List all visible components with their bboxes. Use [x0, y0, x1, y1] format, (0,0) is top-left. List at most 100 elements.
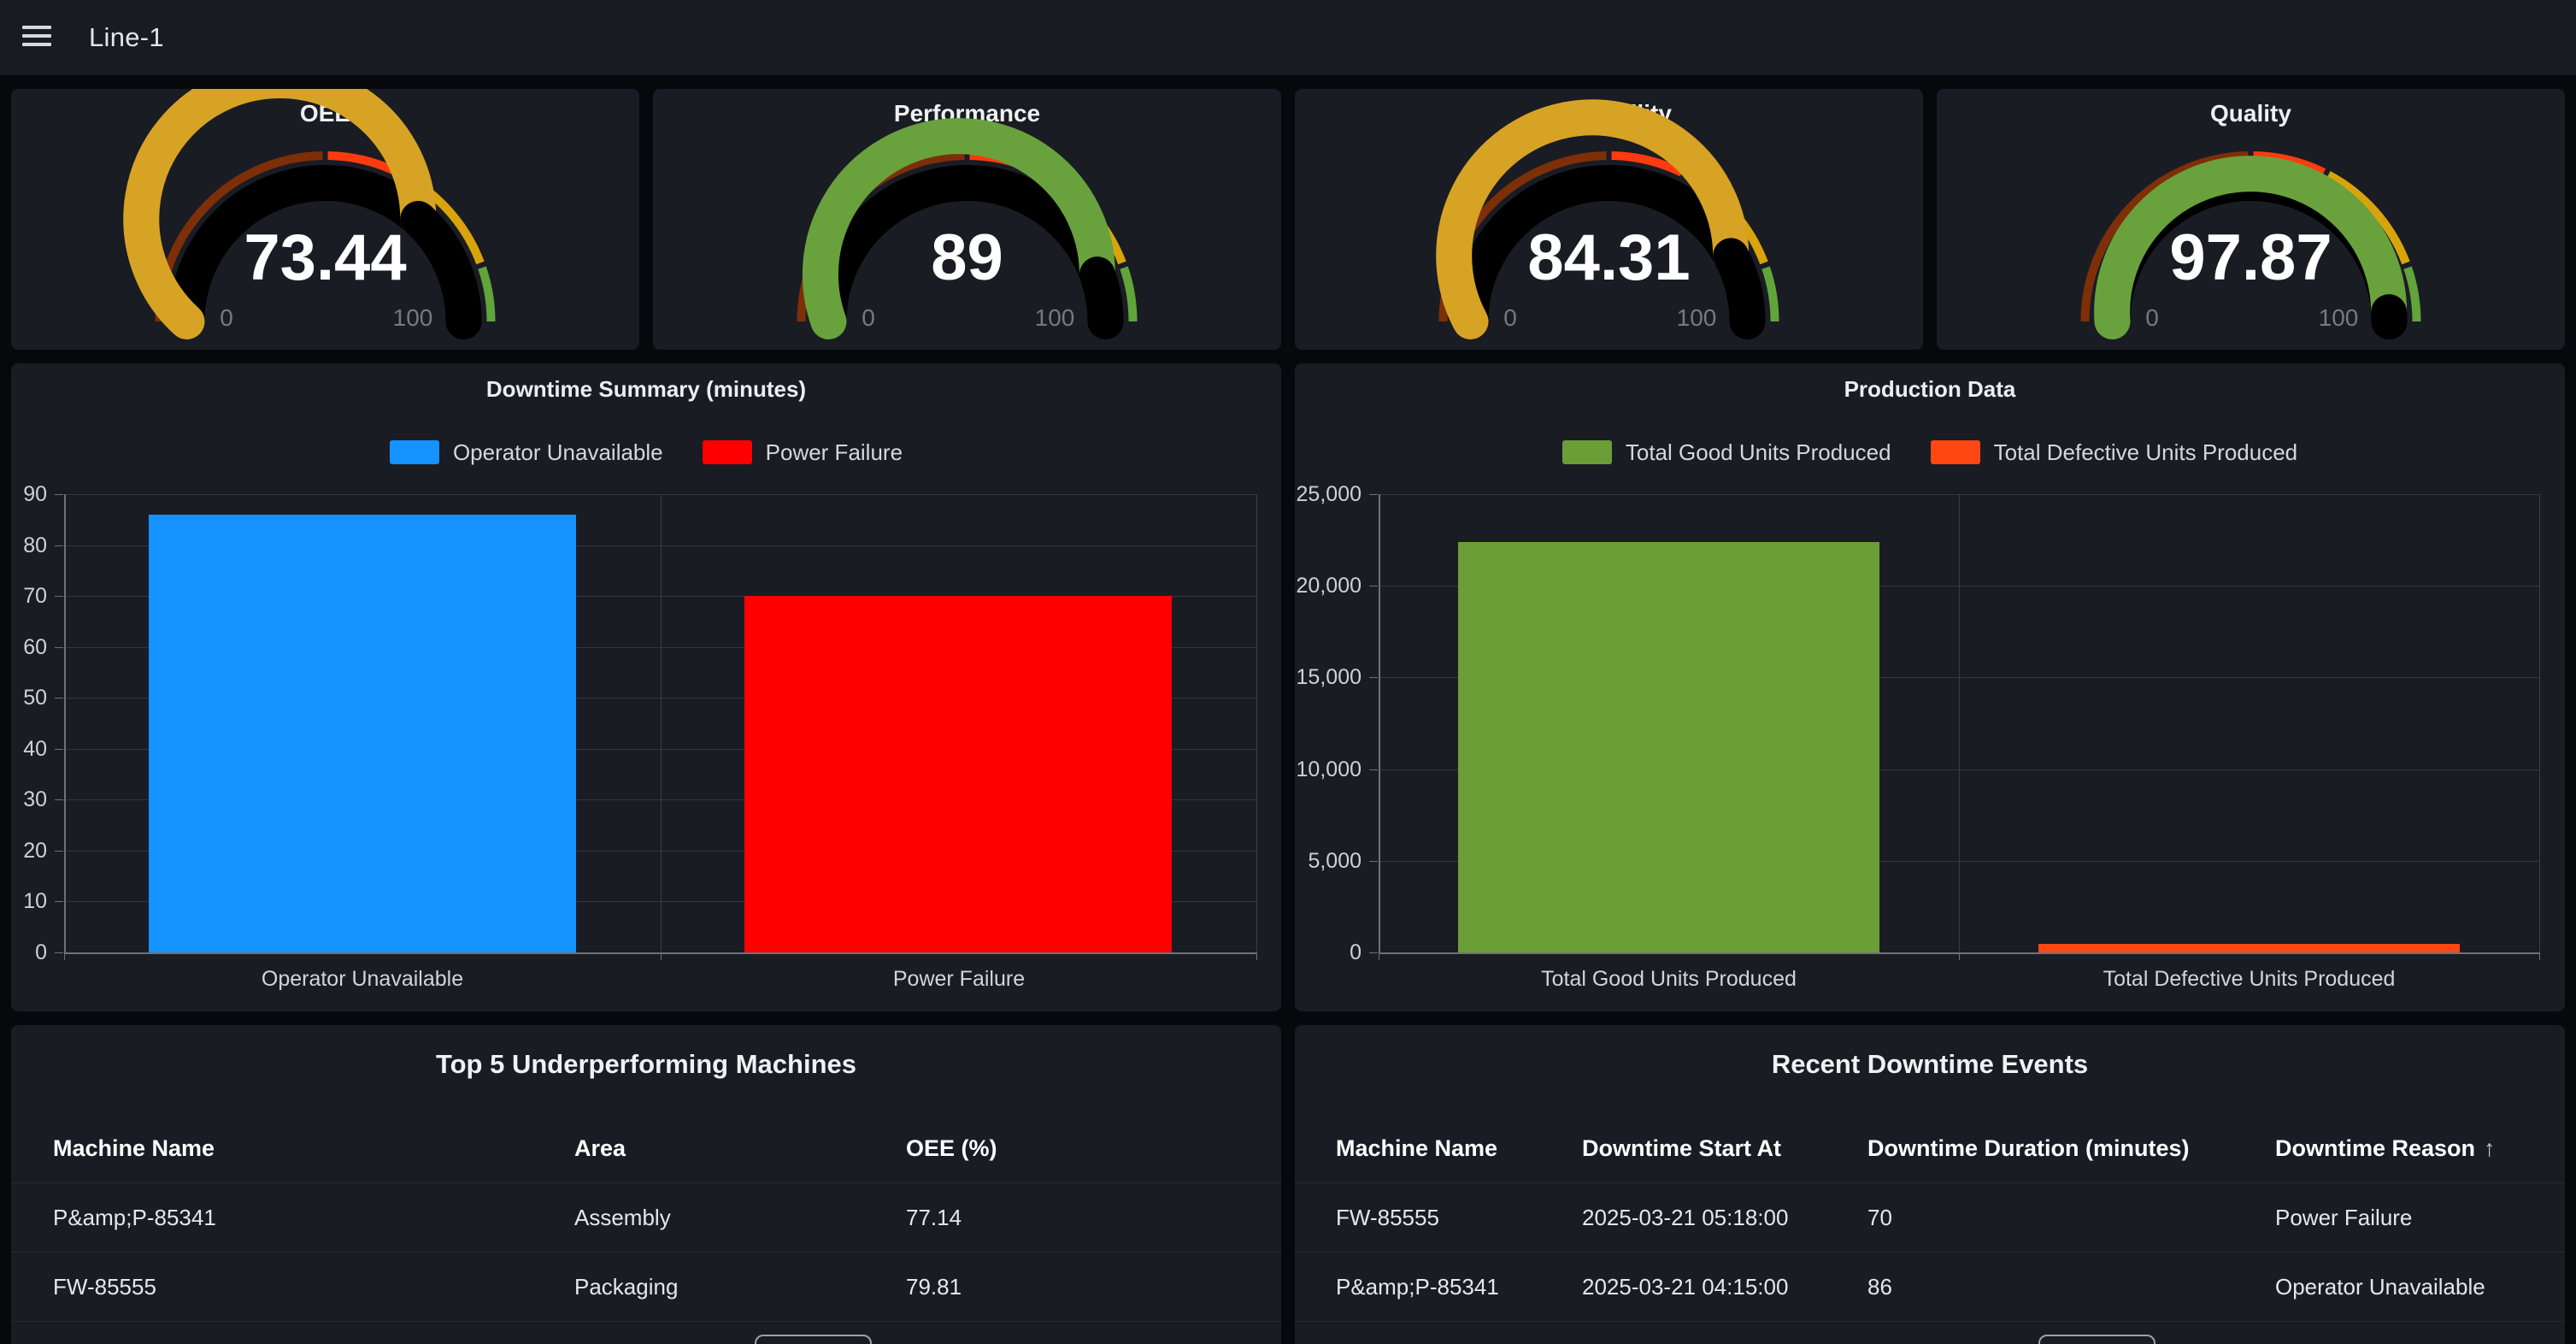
dashboard-title: Line-1	[89, 0, 164, 75]
gauge-threshold-ring	[1124, 268, 1132, 321]
column-header-area[interactable]: Area	[574, 1135, 906, 1162]
gauge-svg: 84.310100	[1295, 89, 1923, 350]
legend-swatch	[390, 440, 439, 464]
table-header-row: Machine Name Downtime Start At Downtime …	[1295, 1114, 2565, 1182]
table-row: P&amp;P-85341 2025-03-21 04:15:00 86 Ope…	[1295, 1252, 2565, 1321]
panel-production-data-chart: Production Data Total Good Units Produce…	[1295, 363, 2565, 1011]
column-header-downtime-reason[interactable]: Downtime Reason ↑	[2275, 1135, 2565, 1162]
y-tick-label: 60	[11, 634, 47, 660]
y-tick-mark	[1369, 952, 1378, 953]
y-axis-line	[64, 494, 66, 952]
cell-oee-pct: 77.14	[906, 1205, 1281, 1231]
legend-label: Total Defective Units Produced	[1994, 439, 2298, 466]
table-row: FW-85555 Packaging 79.81	[11, 1252, 1281, 1321]
table-row: P&amp;P-85341 Assembly 77.14	[11, 1182, 1281, 1252]
column-header-machine-name[interactable]: Machine Name	[53, 1135, 574, 1162]
gauge-value-text: 97.87	[2169, 221, 2332, 294]
x-tick-mark	[2539, 952, 2540, 960]
pagination-button[interactable]	[2038, 1335, 2155, 1344]
panel-oee-gauge: OEE 73.440100	[11, 89, 639, 350]
gauge-value-text: 73.44	[244, 221, 406, 294]
column-header-machine-name[interactable]: Machine Name	[1336, 1135, 1582, 1162]
legend-swatch	[1562, 440, 1612, 464]
y-tick-label: 5,000	[1295, 848, 1362, 874]
legend-item[interactable]: Total Good Units Produced	[1562, 439, 1891, 466]
y-tick-mark	[55, 901, 63, 902]
y-tick-label: 70	[11, 583, 47, 609]
chart-legend: Operator Unavailable Power Failure	[11, 439, 1281, 466]
column-header-oee-pct[interactable]: OEE (%)	[906, 1135, 1281, 1162]
y-tick-mark	[55, 698, 63, 699]
column-header-downtime-start[interactable]: Downtime Start At	[1582, 1135, 1867, 1162]
cell-machine-name: FW-85555	[53, 1274, 574, 1300]
y-tick-label: 90	[11, 481, 47, 507]
cell-downtime-reason: Power Failure	[2275, 1205, 2565, 1231]
menu-icon[interactable]	[22, 26, 53, 50]
cell-machine-name: P&amp;P-85341	[1336, 1274, 1582, 1300]
column-header-downtime-duration[interactable]: Downtime Duration (minutes)	[1867, 1135, 2275, 1162]
cell-downtime-duration: 70	[1867, 1205, 2275, 1231]
y-tick-mark	[55, 647, 63, 648]
y-tick-mark	[55, 545, 63, 546]
legend-label: Total Good Units Produced	[1626, 439, 1891, 466]
legend-label: Operator Unavailable	[453, 439, 663, 466]
y-tick-label: 50	[11, 685, 47, 710]
y-tick-label: 10	[11, 888, 47, 914]
legend-swatch	[703, 440, 752, 464]
y-tick-mark	[1369, 769, 1378, 770]
panel-downtime-summary-chart: Downtime Summary (minutes) Operator Unav…	[11, 363, 1281, 1011]
panel-underperforming-machines: Top 5 Underperforming Machines Machine N…	[11, 1025, 1281, 1344]
y-tick-label: 30	[11, 787, 47, 812]
cell-downtime-reason: Operator Unavailable	[2275, 1274, 2565, 1300]
pagination-button[interactable]	[755, 1335, 872, 1344]
dashboard-screen: Line-1 OEE 73.440100 Performance 890100 …	[0, 0, 2576, 1344]
panel-title: Downtime Summary (minutes)	[11, 375, 1281, 403]
gauge-min-label: 0	[862, 304, 875, 331]
legend-item[interactable]: Operator Unavailable	[390, 439, 663, 466]
table-header-row: Machine Name Area OEE (%)	[11, 1114, 1281, 1182]
plot-vline	[661, 494, 662, 952]
gauge-max-label: 100	[1677, 304, 1717, 331]
legend-item[interactable]: Power Failure	[703, 439, 903, 466]
y-tick-mark	[55, 749, 63, 750]
y-tick-mark	[1369, 586, 1378, 587]
y-tick-label: 0	[11, 940, 47, 965]
y-tick-mark	[55, 952, 63, 953]
y-tick-label: 25,000	[1295, 481, 1362, 507]
y-tick-label: 20	[11, 838, 47, 864]
panel-title: Recent Downtime Events	[1295, 1049, 2565, 1080]
table-divider	[1295, 1321, 2565, 1322]
y-tick-label: 40	[11, 736, 47, 762]
gauge-threshold-ring	[2408, 268, 2416, 321]
y-tick-label: 15,000	[1295, 664, 1362, 690]
legend-item[interactable]: Total Defective Units Produced	[1931, 439, 2298, 466]
gauge-min-label: 0	[2145, 304, 2159, 331]
panel-title: Top 5 Underperforming Machines	[11, 1049, 1281, 1080]
y-tick-mark	[1369, 861, 1378, 862]
panel-performance-gauge: Performance 890100	[653, 89, 1281, 350]
plot-vline	[1256, 494, 1257, 952]
gauge-value-text: 89	[931, 221, 1003, 294]
gauge-threshold-ring	[482, 268, 491, 321]
gauge-svg: 97.870100	[1937, 89, 2565, 350]
y-tick-mark	[1369, 677, 1378, 678]
cell-area: Assembly	[574, 1205, 906, 1231]
panel-availability-gauge: Availability 84.310100	[1295, 89, 1923, 350]
gauge-min-label: 0	[1503, 304, 1517, 331]
x-tick-mark	[661, 952, 662, 960]
bar-operator-unavailable	[149, 515, 576, 952]
panel-quality-gauge: Quality 97.870100	[1937, 89, 2565, 350]
cell-downtime-start: 2025-03-21 04:15:00	[1582, 1274, 1867, 1300]
cell-machine-name: P&amp;P-85341	[53, 1205, 574, 1231]
gauge-remainder-arc	[1097, 274, 1106, 321]
underperforming-machines-table: Machine Name Area OEE (%) P&amp;P-85341 …	[11, 1114, 1281, 1322]
bar-total-defective-units-produced	[2038, 944, 2460, 952]
gauge-threshold-ring	[1766, 268, 1774, 321]
y-axis-line	[1379, 494, 1380, 952]
y-tick-mark	[55, 799, 63, 800]
gauge-min-label: 0	[220, 304, 233, 331]
y-tick-mark	[55, 851, 63, 852]
gauge-max-label: 100	[1035, 304, 1075, 331]
cell-area: Packaging	[574, 1274, 906, 1300]
x-category-label: Total Good Units Produced	[1379, 966, 1959, 992]
